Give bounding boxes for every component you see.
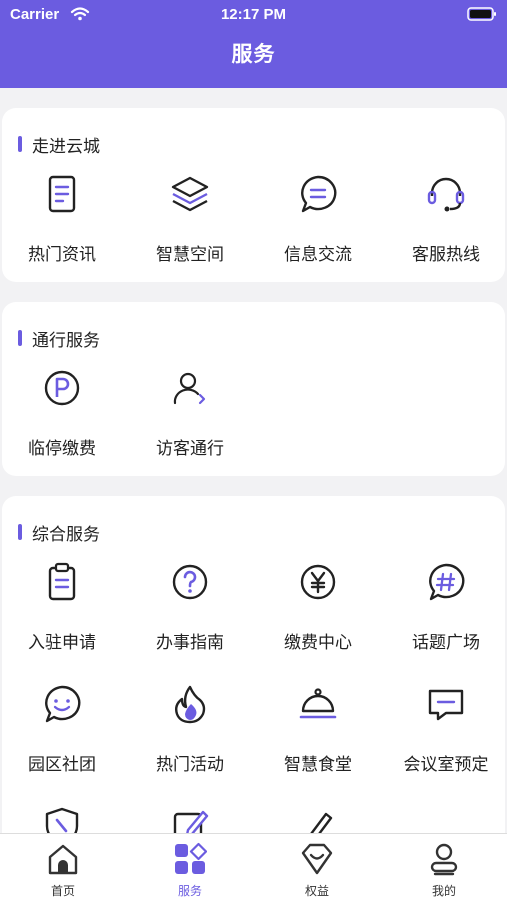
benefits-icon xyxy=(301,843,333,875)
service-pencil[interactable] xyxy=(254,806,382,833)
smile-chat-icon xyxy=(45,685,81,723)
content-scroll[interactable]: 走进云城 热门资讯 智慧空间 信息交流 客服热线 通行服务 临停缴费 访客通行 … xyxy=(0,88,507,833)
service-label: 话题广场 xyxy=(412,633,480,653)
service-parking-payment[interactable]: 临停缴费 xyxy=(0,368,126,478)
tab-profile[interactable]: 我的 xyxy=(381,834,507,900)
service-label: 缴费中心 xyxy=(284,633,352,653)
status-time: 12:17 PM xyxy=(220,6,287,23)
service-visitor-pass[interactable]: 访客通行 xyxy=(126,368,254,478)
service-move-in-application[interactable]: 入驻申请 xyxy=(0,562,126,672)
section-header: 综合服务 xyxy=(18,522,100,545)
service-label: 智慧食堂 xyxy=(284,755,352,775)
status-bar: Carrier 12:17 PM xyxy=(0,0,507,30)
question-icon xyxy=(172,564,208,600)
section-title: 走进云城 xyxy=(32,136,100,157)
service-maintenance[interactable] xyxy=(0,806,126,833)
shield-wrench-icon xyxy=(45,807,79,833)
service-label: 园区社团 xyxy=(28,755,96,775)
service-hot-news[interactable]: 热门资讯 xyxy=(0,174,126,284)
tab-home[interactable]: 首页 xyxy=(0,834,126,900)
section-accent-bar xyxy=(18,136,22,152)
meeting-message-icon xyxy=(428,689,464,721)
tab-bar: 首页 服务 权益 我的 xyxy=(0,833,507,900)
section-header: 通行服务 xyxy=(18,328,100,351)
section-title: 通行服务 xyxy=(32,330,100,351)
parking-icon xyxy=(44,370,80,406)
service-info-exchange[interactable]: 信息交流 xyxy=(254,174,382,284)
service-guide[interactable]: 办事指南 xyxy=(126,562,254,672)
document-icon xyxy=(48,175,76,213)
profile-icon xyxy=(430,843,458,876)
chat-bubble-icon xyxy=(301,175,337,213)
services-grid-icon xyxy=(175,842,207,874)
section-accent-bar xyxy=(18,524,22,540)
flame-icon xyxy=(174,685,206,724)
headset-icon xyxy=(427,177,465,212)
service-label: 访客通行 xyxy=(156,439,224,459)
visitor-icon xyxy=(173,372,206,405)
app-header: Carrier 12:17 PM 服务 xyxy=(0,0,507,88)
hashtag-icon xyxy=(429,563,465,601)
tab-services[interactable]: 服务 xyxy=(127,834,253,900)
tab-benefits[interactable]: 权益 xyxy=(254,834,380,900)
home-icon xyxy=(48,844,78,875)
service-label: 入驻申请 xyxy=(28,633,96,653)
battery-icon xyxy=(467,7,496,21)
pencil-icon xyxy=(310,812,333,833)
service-label: 客服热线 xyxy=(412,245,480,265)
service-label: 智慧空间 xyxy=(156,245,224,265)
service-smart-canteen[interactable]: 智慧食堂 xyxy=(254,684,382,794)
section-card-walk-in: 走进云城 热门资讯 智慧空间 信息交流 客服热线 xyxy=(2,108,505,282)
service-hot-events[interactable]: 热门活动 xyxy=(126,684,254,794)
section-header: 走进云城 xyxy=(18,134,100,157)
cloche-icon xyxy=(299,688,337,719)
layers-icon xyxy=(171,176,209,212)
service-label: 热门资讯 xyxy=(28,245,96,265)
edit-icon xyxy=(173,810,209,833)
tab-label: 权益 xyxy=(304,884,329,898)
section-card-general: 综合服务 入驻申请 办事指南 缴费中心 话题广场 园区社团 热门活动 智慧食堂 … xyxy=(2,496,505,833)
tab-label: 首页 xyxy=(50,884,75,898)
section-card-access: 通行服务 临停缴费 访客通行 xyxy=(2,302,505,476)
service-label: 会议室预定 xyxy=(403,755,489,775)
service-label: 信息交流 xyxy=(284,245,352,265)
service-meeting-room-booking[interactable]: 会议室预定 xyxy=(382,684,507,794)
yen-icon xyxy=(300,564,336,600)
tab-label: 我的 xyxy=(431,884,456,898)
page-title: 服务 xyxy=(231,42,276,66)
service-payment-center[interactable]: 缴费中心 xyxy=(254,562,382,672)
section-accent-bar xyxy=(18,330,22,346)
service-topic-square[interactable]: 话题广场 xyxy=(382,562,507,672)
service-hotline[interactable]: 客服热线 xyxy=(382,174,507,284)
clipboard-icon xyxy=(48,562,76,601)
section-title: 综合服务 xyxy=(32,524,100,545)
tab-label: 服务 xyxy=(177,884,202,898)
service-edit-form[interactable] xyxy=(126,806,254,833)
service-smart-space[interactable]: 智慧空间 xyxy=(126,174,254,284)
service-label: 办事指南 xyxy=(156,633,224,653)
service-park-clubs[interactable]: 园区社团 xyxy=(0,684,126,794)
service-label: 热门活动 xyxy=(156,755,224,775)
service-label: 临停缴费 xyxy=(28,439,96,459)
